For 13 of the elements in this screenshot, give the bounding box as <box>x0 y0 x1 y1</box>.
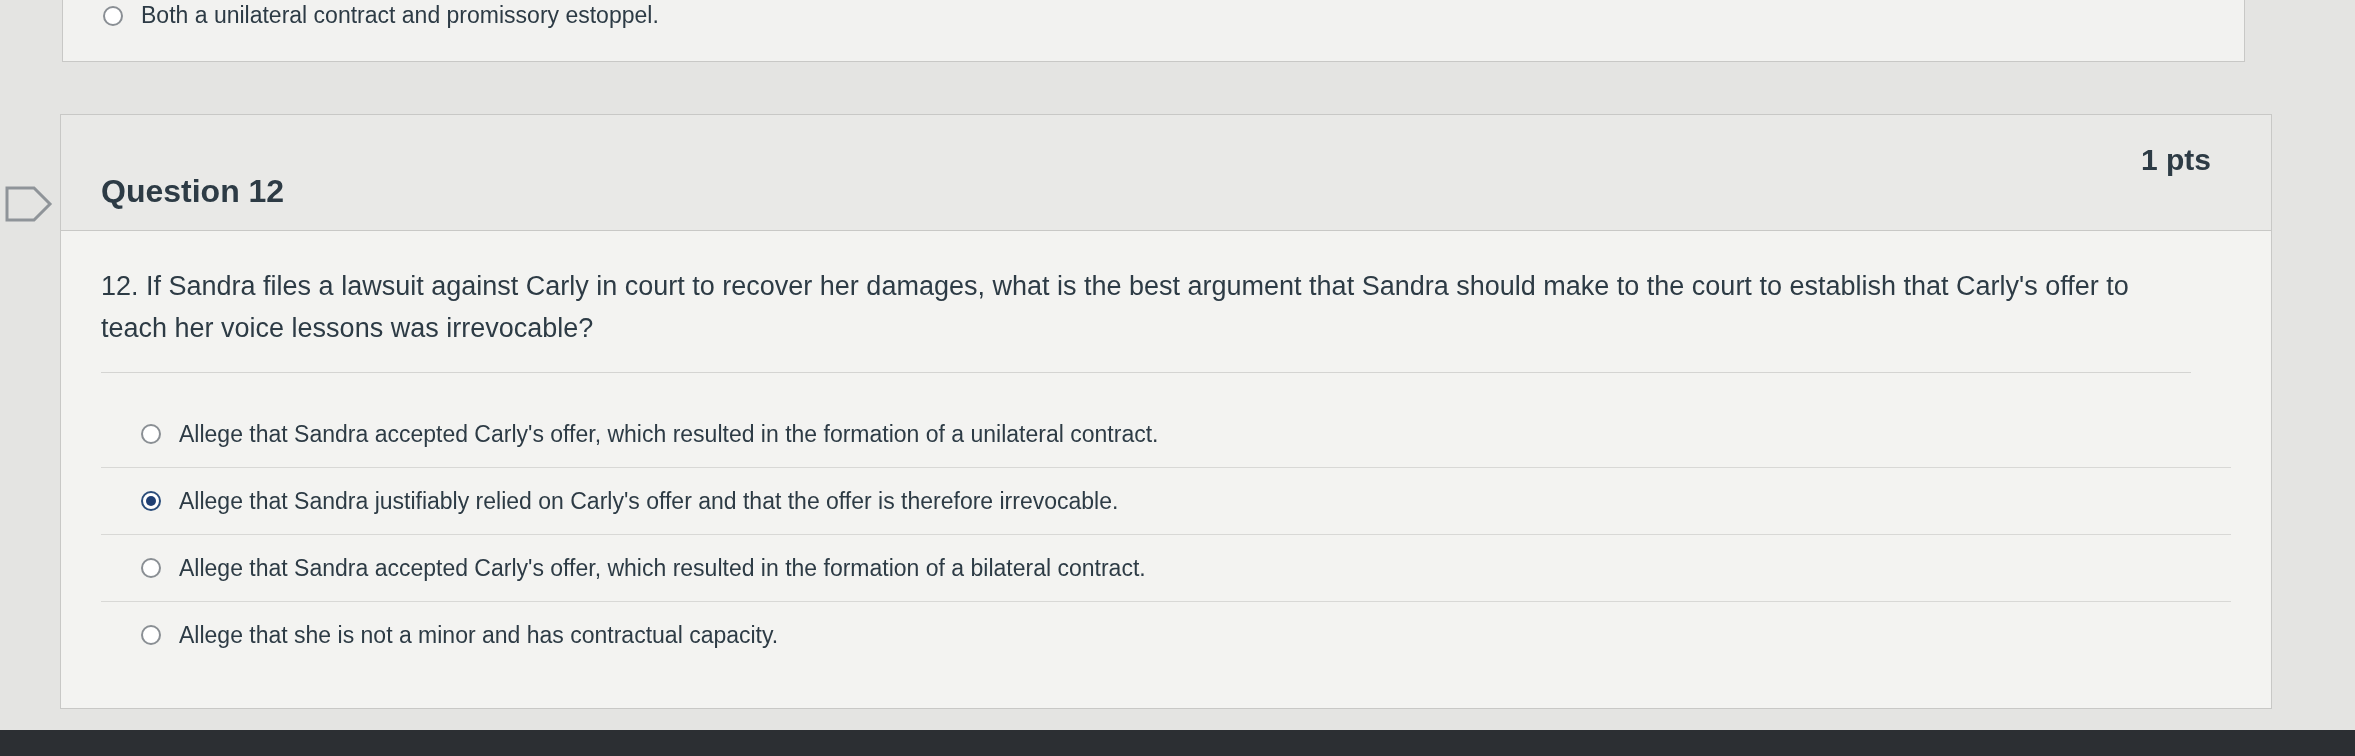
radio-button[interactable] <box>141 491 161 512</box>
answer-label: Allege that she is not a minor and has contractual capacity. <box>179 621 779 649</box>
answer-label: Both a unilateral contract and promissory estoppel. <box>141 2 659 29</box>
points-label: 1 pts <box>2140 143 2211 178</box>
answer-label: Allege that Sandra justifiably relied on Carly's offer and that the offer is therefore irrevocable. <box>179 487 1119 515</box>
radio-button[interactable] <box>141 424 161 445</box>
answer-label: Allege that Sandra accepted Carly's offer, which resulted in the formation of a bilateral contract. <box>179 554 1146 582</box>
question-text: 12. If Sandra files a lawsuit against Carly in court to recover her damages, what is the best argument that Sandra should make to the court to establish that Carly's offer to teach her voice lessons was irrevocable? <box>101 266 2191 373</box>
radio-button[interactable] <box>141 625 161 646</box>
radio-button[interactable] <box>141 558 161 579</box>
answer-label: Allege that Sandra accepted Carly's offer, which resulted in the formation of a unilateral contract. <box>179 420 1159 448</box>
radio-button[interactable] <box>103 5 123 26</box>
question-title: Question 12 <box>101 173 285 210</box>
